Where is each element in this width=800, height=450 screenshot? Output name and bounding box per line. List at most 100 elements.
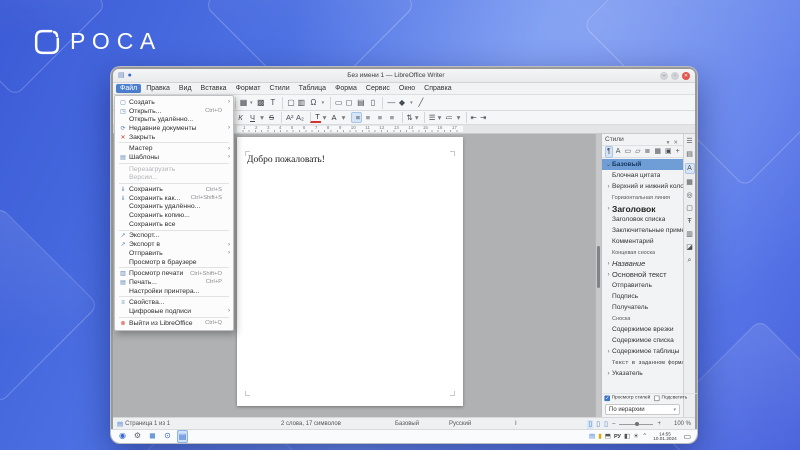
toolbar-button[interactable]: ▭ xyxy=(330,97,343,109)
menubar-item[interactable]: Правка xyxy=(142,84,174,93)
expand-arrow-icon[interactable]: ⌄ xyxy=(605,161,612,168)
formatting-button[interactable]: ≔ xyxy=(444,112,455,123)
file-menu-item[interactable]: Цифровые подписи › xyxy=(115,307,233,316)
file-menu-item[interactable] xyxy=(115,229,233,232)
formatting-button[interactable]: ▾ xyxy=(414,112,420,123)
style-list-item[interactable]: › Содержимое таблицы xyxy=(602,346,683,357)
menubar-item[interactable]: Вид xyxy=(175,84,196,93)
menubar-item[interactable]: Файл xyxy=(116,84,141,93)
formatting-button[interactable]: ≡ xyxy=(363,112,374,123)
file-menu-item[interactable] xyxy=(115,182,233,185)
formatting-button[interactable]: ⇤ xyxy=(466,112,477,123)
style-category-icon[interactable]: ▦ xyxy=(653,147,662,157)
menubar-item[interactable]: Вставка xyxy=(197,84,231,93)
file-menu-item[interactable]: Сохранить копию... xyxy=(115,211,233,220)
file-menu-item[interactable]: ▢ Создать › xyxy=(115,98,233,107)
style-category-icon[interactable]: ¶ xyxy=(605,146,613,158)
formatting-button[interactable]: ≡ xyxy=(387,112,398,123)
file-menu-item[interactable]: Сохранить удалённо... xyxy=(115,203,233,212)
expand-arrow-icon[interactable]: › xyxy=(605,206,612,212)
style-list-item[interactable]: Концевая сноска xyxy=(602,247,683,258)
tray-icon[interactable]: ☀ xyxy=(633,432,639,442)
style-list-item[interactable]: › Заголовок xyxy=(602,203,683,214)
file-menu-item[interactable]: ↗ Экспорт... xyxy=(115,232,233,241)
file-menu-item[interactable]: ⇓ Сохранить как... Ctrl+Shift+S xyxy=(115,194,233,203)
taskbar-app-icon[interactable]: ◉ xyxy=(117,430,128,443)
style-filter-dropdown[interactable]: По иерархии ▾ xyxy=(605,404,680,415)
highlight-option[interactable]: Подсветить xyxy=(654,395,687,401)
file-menu-item[interactable]: Мастер › xyxy=(115,144,233,153)
zoom-slider[interactable] xyxy=(619,424,653,425)
view-layout-icon[interactable]: ▯ xyxy=(595,420,601,429)
formatting-button[interactable]: ≡ xyxy=(351,112,362,123)
file-menu-item[interactable]: ▤ Шаблоны › xyxy=(115,153,233,162)
file-menu-item[interactable]: Перезагрузить xyxy=(115,165,233,174)
toolbar-button[interactable]: ▾ xyxy=(248,97,254,109)
file-menu-item[interactable]: ↗ Экспорт в › xyxy=(115,240,233,249)
view-layout-icon[interactable]: ▯ xyxy=(603,420,609,429)
menubar-item[interactable]: Таблица xyxy=(295,84,330,93)
file-menu-item[interactable]: Открыть удалённо... xyxy=(115,115,233,124)
display-icon[interactable]: ▭ xyxy=(683,432,691,441)
formatting-button[interactable]: Ч xyxy=(247,112,258,123)
style-list-item[interactable]: Текст в заданном формате xyxy=(602,357,683,368)
file-menu-item[interactable] xyxy=(115,316,233,319)
clock[interactable]: 14:55 10.01.2024 xyxy=(654,432,677,441)
file-menu-item[interactable]: ◳ Открыть... Ctrl+O xyxy=(115,107,233,116)
formatting-button[interactable]: Т xyxy=(310,112,321,123)
style-list-item[interactable]: Сноска xyxy=(602,313,683,324)
file-menu-item[interactable]: Сохранить все xyxy=(115,220,233,229)
document-text[interactable]: Добро пожаловать! xyxy=(247,155,325,165)
menubar-item[interactable]: Форма xyxy=(331,84,361,93)
file-menu-item[interactable]: ⊗ Выйти из LibreOffice Ctrl+Q xyxy=(115,319,233,328)
style-list-item[interactable]: Подпись xyxy=(602,291,683,302)
style-category-icon[interactable]: ≣ xyxy=(643,147,651,157)
style-category-icon[interactable]: A xyxy=(615,147,622,157)
menubar-item[interactable]: Окно xyxy=(395,84,419,93)
toolbar-button[interactable]: ╱ xyxy=(415,97,426,109)
formatting-button[interactable]: ⇅ xyxy=(402,112,413,123)
sidebar-tab-icon[interactable]: ◪ xyxy=(685,243,695,252)
tray-icon[interactable]: ⬒ xyxy=(605,432,611,442)
sidebar-tab-icon[interactable]: Ŧ xyxy=(685,217,695,226)
expand-arrow-icon[interactable]: › xyxy=(605,349,612,355)
style-list-item[interactable]: Блочная цитата xyxy=(602,170,683,181)
file-menu-item[interactable]: Версии... xyxy=(115,174,233,183)
file-menu-item[interactable]: ⇓ Сохранить Ctrl+S xyxy=(115,185,233,194)
expand-arrow-icon[interactable]: › xyxy=(605,261,612,267)
file-menu-item[interactable]: ▥ Просмотр печати Ctrl+Shift+O xyxy=(115,269,233,278)
menubar-item[interactable]: Справка xyxy=(420,84,455,93)
formatting-button[interactable]: A² xyxy=(281,112,294,123)
style-list-item[interactable]: Горизонтальная линия xyxy=(602,192,683,203)
taskbar-app-icon[interactable]: ▤ xyxy=(177,430,188,443)
style-list-item[interactable]: › Основной текст xyxy=(602,269,683,280)
zoom-in-button[interactable]: + xyxy=(657,421,661,427)
style-list-item[interactable]: Получатель xyxy=(602,302,683,313)
menubar-item[interactable]: Стили xyxy=(265,84,293,93)
file-menu-item[interactable]: Просмотр в браузере xyxy=(115,258,233,267)
formatting-button[interactable]: S xyxy=(266,112,277,123)
formatting-button[interactable]: ▾ xyxy=(456,112,462,123)
file-menu-item[interactable]: Отправить › xyxy=(115,249,233,258)
view-layout-icon[interactable]: ▯ xyxy=(587,420,593,429)
expand-arrow-icon[interactable]: › xyxy=(605,184,612,190)
sidebar-tab-icon[interactable]: ☰ xyxy=(685,137,695,146)
sidebar-tab-icon[interactable]: ▦ xyxy=(685,178,695,187)
file-menu-item[interactable]: ≡ Свойства... xyxy=(115,298,233,307)
style-list-item[interactable]: › Указатель xyxy=(602,368,683,379)
sidebar-tab-icon[interactable]: ▢ xyxy=(685,204,695,213)
style-list-item[interactable]: Содержимое списка xyxy=(602,335,683,346)
formatting-button[interactable]: ▾ xyxy=(437,112,443,123)
style-list-item[interactable]: Заголовок списка xyxy=(602,214,683,225)
toolbar-button[interactable]: Ω xyxy=(308,97,319,109)
formatting-button[interactable]: К xyxy=(235,112,246,123)
file-menu-item[interactable] xyxy=(115,295,233,298)
style-list-item[interactable]: Заключительные примечания xyxy=(602,225,683,236)
sidebar-tab-icon[interactable]: ▤ xyxy=(685,150,695,159)
window-control-button[interactable]: – xyxy=(660,72,668,80)
taskbar-app-icon[interactable]: ◼ xyxy=(147,430,158,443)
menubar-item[interactable]: Сервис xyxy=(362,84,394,93)
toolbar-button[interactable]: ◆ xyxy=(396,97,407,109)
titlebar[interactable]: ▤● Без имени 1 — LibreOffice Writer –▫✕ xyxy=(113,69,695,83)
style-category-icon[interactable]: ▣ xyxy=(664,147,673,157)
